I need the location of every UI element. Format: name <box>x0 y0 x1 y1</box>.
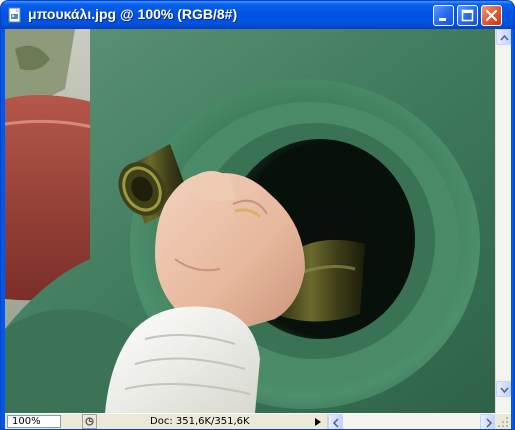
minimize-icon <box>439 18 446 21</box>
status-menu-arrow-icon[interactable] <box>313 416 323 428</box>
photo-image <box>5 29 495 413</box>
rotate-view-icon <box>82 414 97 429</box>
scroll-right-button[interactable] <box>480 414 495 429</box>
chevron-left-icon <box>332 418 339 428</box>
photoshop-document-icon[interactable] <box>7 7 23 23</box>
title-bar[interactable]: μπουκάλι.jpg @ 100% (RGB/8#) <box>1 1 514 29</box>
vertical-scrollbar[interactable] <box>495 29 511 413</box>
document-window: μπουκάλι.jpg @ 100% (RGB/8#) 100% Doc: 3… <box>0 0 515 430</box>
document-canvas[interactable] <box>5 29 495 413</box>
close-button[interactable] <box>481 5 502 26</box>
maximize-button[interactable] <box>457 5 478 26</box>
chevron-down-icon <box>500 387 509 394</box>
chevron-right-icon <box>486 418 493 428</box>
window-title: μπουκάλι.jpg @ 100% (RGB/8#) <box>28 6 238 22</box>
scroll-up-button[interactable] <box>496 29 511 45</box>
zoom-level-field[interactable]: 100% <box>7 415 61 428</box>
document-size-info: Doc: 351,6K/351,6K <box>150 416 250 427</box>
maximize-icon <box>461 9 474 22</box>
resize-grip-icon[interactable] <box>497 416 509 428</box>
scroll-down-button[interactable] <box>496 381 511 397</box>
status-bar: 100% Doc: 351,6K/351,6K <box>5 413 511 429</box>
horizontal-scrollbar[interactable] <box>327 414 495 429</box>
minimize-button[interactable] <box>433 5 454 26</box>
navigator-button[interactable] <box>82 414 97 429</box>
close-icon <box>485 9 498 22</box>
chevron-up-icon <box>500 34 509 41</box>
scroll-left-button[interactable] <box>328 414 343 429</box>
